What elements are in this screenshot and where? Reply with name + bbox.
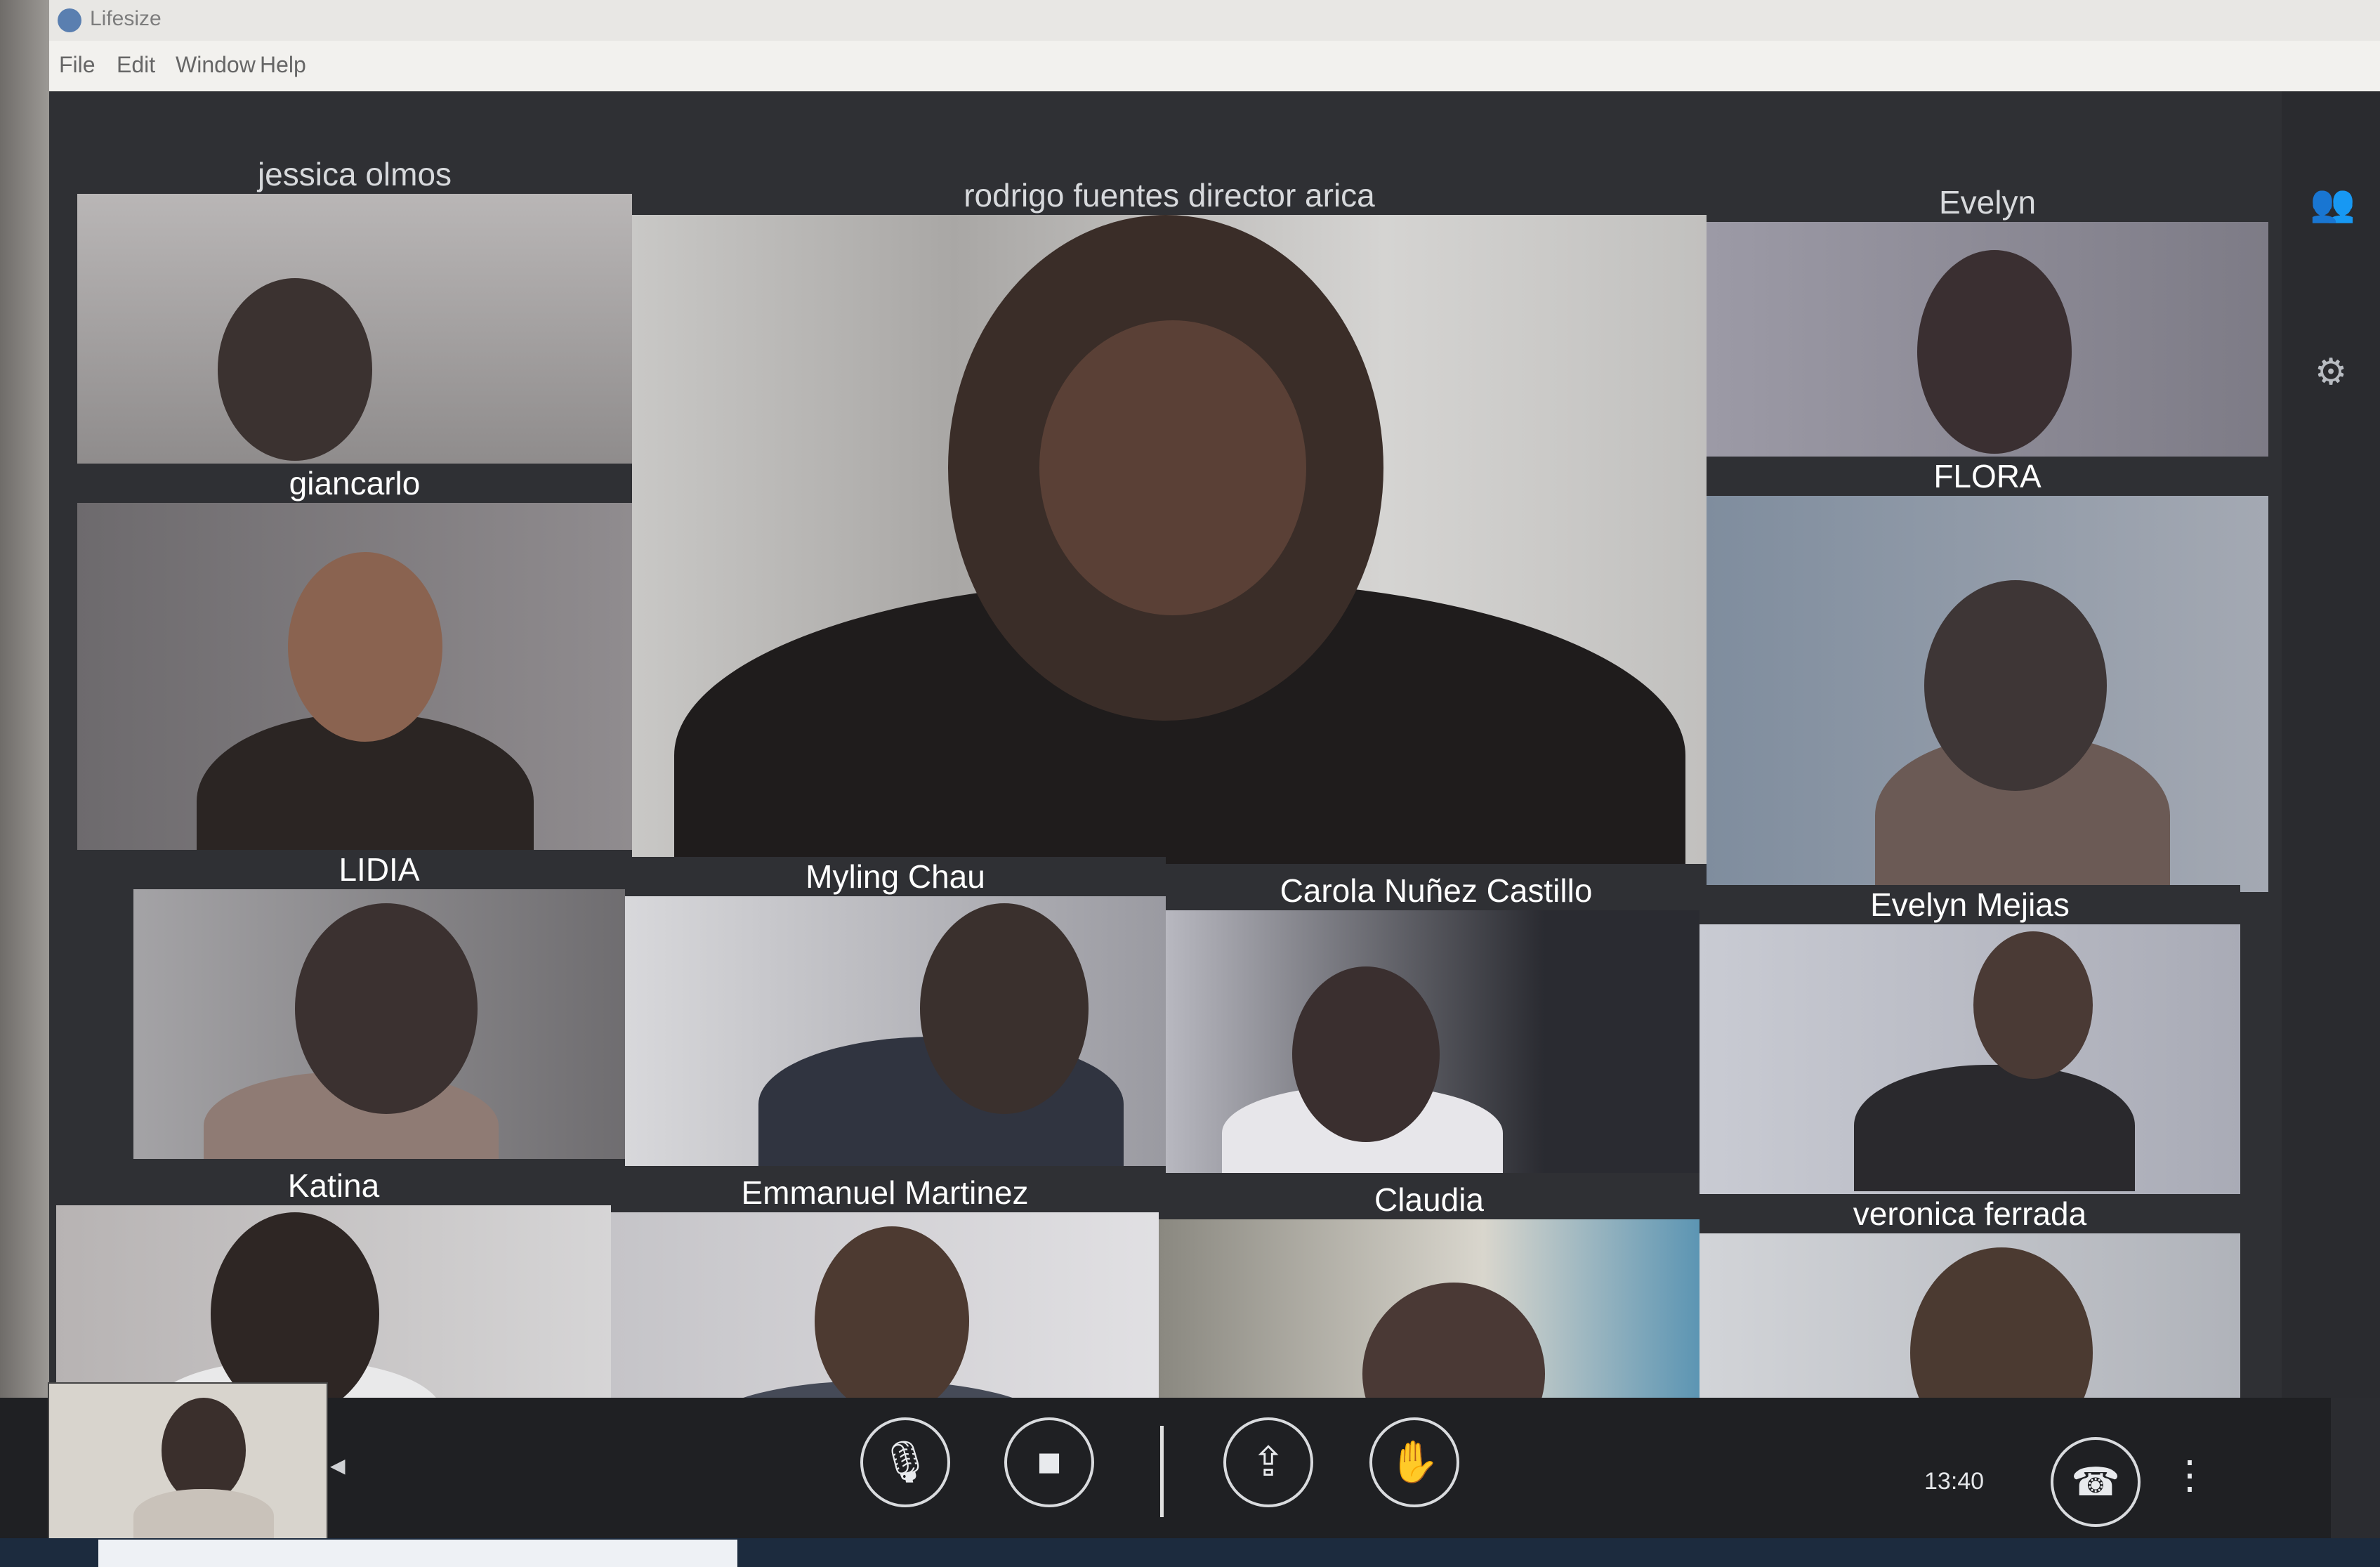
tile-lidia[interactable]: LIDIA bbox=[133, 850, 625, 1159]
tile-evelyn-mejias[interactable]: Evelyn Mejias bbox=[1699, 885, 2240, 1194]
camera-button[interactable]: ■ bbox=[1004, 1417, 1094, 1507]
participant-name: Emmanuel Martinez bbox=[611, 1173, 1159, 1212]
tile-giancarlo[interactable]: giancarlo bbox=[77, 464, 632, 850]
participant-video bbox=[632, 215, 1707, 864]
menu-window[interactable]: Window bbox=[176, 52, 256, 78]
participant-video bbox=[1707, 222, 2268, 457]
participant-video bbox=[625, 896, 1166, 1166]
microphone-button[interactable]: 🎙 bbox=[860, 1417, 950, 1507]
more-vertical-icon: ⋮ bbox=[2170, 1453, 2209, 1497]
participant-name: Myling Chau bbox=[625, 857, 1166, 896]
video-camera-icon: ■ bbox=[1037, 1439, 1062, 1485]
hang-up-icon: ☎ bbox=[2071, 1460, 2120, 1504]
window-title: Lifesize bbox=[90, 7, 162, 30]
tile-flora[interactable]: FLORA bbox=[1707, 457, 2268, 892]
title-bar: Lifesize bbox=[49, 0, 2380, 41]
menu-help[interactable]: Help bbox=[260, 52, 306, 78]
self-view-collapse-icon[interactable]: ◀ bbox=[330, 1454, 346, 1477]
participant-video bbox=[133, 889, 625, 1159]
monitor-bezel bbox=[0, 0, 49, 1567]
participant-name: Evelyn bbox=[1707, 183, 2268, 222]
lifesize-logo-icon bbox=[58, 8, 81, 32]
participant-name: LIDIA bbox=[133, 850, 625, 889]
tile-carola[interactable]: Carola Nuñez Castillo bbox=[1166, 871, 1707, 1173]
participant-video bbox=[77, 194, 632, 464]
microphone-icon: 🎙 bbox=[879, 1439, 931, 1485]
tile-evelyn[interactable]: Evelyn bbox=[1707, 183, 2268, 457]
tile-myling[interactable]: Myling Chau bbox=[625, 857, 1166, 1166]
participant-name: Carola Nuñez Castillo bbox=[1166, 871, 1707, 910]
people-icon[interactable]: 👥 bbox=[2310, 183, 2355, 225]
menu-edit[interactable]: Edit bbox=[117, 52, 155, 78]
participant-video bbox=[1166, 910, 1707, 1173]
share-screen-icon: ⇪ bbox=[1251, 1439, 1286, 1485]
menu-file[interactable]: File bbox=[59, 52, 96, 78]
participant-name: Evelyn Mejias bbox=[1699, 885, 2240, 924]
taskbar-search[interactable] bbox=[98, 1540, 737, 1567]
participant-video bbox=[1699, 924, 2240, 1194]
participant-name: rodrigo fuentes director arica bbox=[632, 176, 1707, 215]
raise-hand-icon: ✋ bbox=[1388, 1439, 1440, 1485]
participant-name: Claudia bbox=[1159, 1180, 1699, 1219]
share-screen-button[interactable]: ⇪ bbox=[1223, 1417, 1313, 1507]
call-time: 13:40 bbox=[1924, 1468, 1985, 1495]
participant-video bbox=[1707, 496, 2268, 892]
gear-icon[interactable]: ⚙ bbox=[2310, 351, 2352, 393]
participant-name: Katina bbox=[56, 1166, 611, 1205]
participant-name: jessica olmos bbox=[77, 155, 632, 194]
self-view[interactable] bbox=[48, 1382, 328, 1541]
video-grid: jessica olmos rodrigo fuentes director a… bbox=[49, 91, 2380, 1496]
controls-divider bbox=[1160, 1426, 1164, 1517]
raise-hand-button[interactable]: ✋ bbox=[1369, 1417, 1459, 1507]
tile-rodrigo[interactable]: rodrigo fuentes director arica bbox=[632, 176, 1707, 864]
participant-name: FLORA bbox=[1707, 457, 2268, 496]
tile-jessica[interactable]: jessica olmos bbox=[77, 155, 632, 464]
participant-name: giancarlo bbox=[77, 464, 632, 503]
more-options-button[interactable]: ⋮ bbox=[2170, 1455, 2209, 1495]
menu-bar: File Edit Window Help bbox=[49, 41, 2380, 93]
hang-up-button[interactable]: ☎ bbox=[2051, 1437, 2141, 1527]
participant-name: veronica ferrada bbox=[1699, 1194, 2240, 1233]
participant-video bbox=[77, 503, 632, 850]
right-sidebar: 👥 ⚙ bbox=[2282, 91, 2380, 1398]
